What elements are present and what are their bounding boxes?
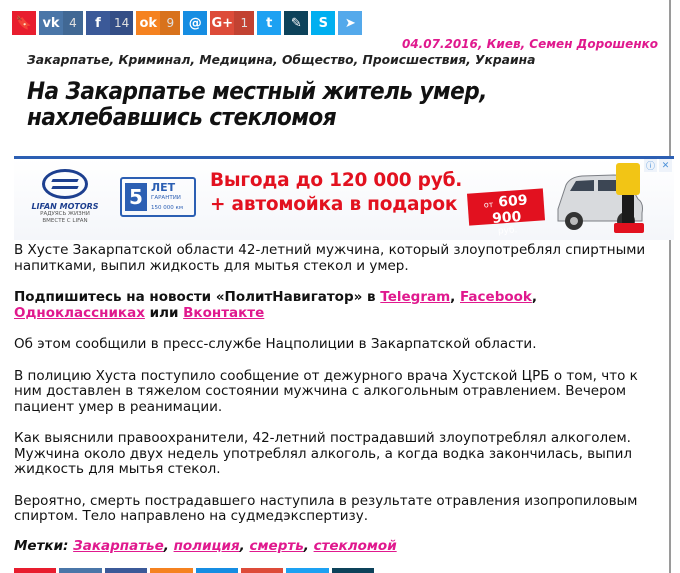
facebook-icon: f [86, 11, 110, 35]
warranty-years: 5 [125, 183, 147, 211]
telegram-share-button[interactable]: ➤ [338, 11, 363, 35]
share-strip-segment[interactable] [286, 568, 329, 573]
share-strip-segment[interactable] [331, 568, 374, 573]
subscribe-line: Подпишитесь на новости «ПолитНавигатор» … [14, 289, 666, 321]
bookmark-share-button[interactable]: 🔖 [12, 11, 36, 35]
date-author: 04.07.2016, Киев, Семен Дорошенко [401, 37, 658, 51]
share-count: 4 [63, 11, 83, 35]
vkontakte-link[interactable]: Вконтакте [183, 305, 264, 321]
moimir-share-button[interactable]: @ [183, 11, 208, 35]
share-count: 1 [234, 11, 255, 35]
twitter-share-button[interactable]: t [257, 11, 282, 35]
subscribe-prefix: Подпишитесь на новости «ПолитНавигатор» … [14, 289, 381, 305]
article-paragraph: Об этом сообщили в пресс-службе Нацполиц… [14, 336, 537, 352]
ad-banner[interactable]: LIFAN MOTORS РАДУЯСЬ ЖИЗНИ ВМЕСТЕ С LIFA… [14, 156, 674, 240]
categories[interactable]: Закарпатье, Криминал, Медицина, Общество… [27, 53, 535, 67]
article-paragraph: В Хусте Закарпатской области 42-летний м… [14, 242, 646, 274]
warranty-label: ГАРАНТИИ [151, 195, 181, 201]
share-strip-segment[interactable] [104, 568, 148, 573]
share-strip-segment[interactable] [195, 568, 238, 573]
googleplus-icon: G+ [210, 11, 235, 35]
tag-link[interactable]: Закарпатье [73, 538, 164, 554]
warranty-badge: 5 ЛЕТ ГАРАНТИИ 150 000 км [120, 177, 196, 217]
article-title: На Закарпатье местный житель умер, нахле… [27, 78, 567, 130]
price-value: 609 900 [491, 192, 529, 227]
odnoklassniki-link[interactable]: Одноклассниках [14, 305, 145, 321]
ad-headline-line: + автомойка в подарок [210, 194, 458, 215]
article-paragraph: Как выяснили правоохранители, 42-летний … [14, 430, 633, 477]
odnoklassniki-share-button[interactable]: ok 9 [136, 11, 181, 35]
vk-icon: vk [39, 11, 63, 35]
separator: , [531, 289, 538, 305]
tag-link[interactable]: полиция [174, 538, 240, 554]
odnoklassniki-icon: ok [136, 11, 161, 35]
separator: или [144, 304, 184, 321]
share-strip-segment[interactable] [240, 568, 284, 573]
livejournal-icon: ✎ [284, 11, 309, 35]
share-count: 14 [110, 11, 134, 35]
share-strip-segment[interactable] [14, 568, 57, 573]
ad-tools: ⓘ ✕ [644, 159, 672, 172]
share-count: 9 [160, 11, 181, 35]
facebook-share-button[interactable]: f 14 [86, 11, 134, 35]
article-body: В Хусте Закарпатской области 42-летний м… [14, 242, 666, 570]
article-paragraph: В полицию Хуста поступило сообщение от д… [14, 367, 638, 415]
vk-share-button[interactable]: vk 4 [39, 11, 83, 35]
tag-link[interactable]: стекломой [314, 538, 397, 554]
tag-link[interactable]: смерть [250, 538, 304, 554]
ad-brand-sub: РАДУЯСЬ ЖИЗНИ [40, 211, 90, 217]
article-paragraph: Вероятно, смерть пострадавшего наступила… [14, 492, 638, 524]
lifan-logo: LIFAN MOTORS РАДУЯСЬ ЖИЗНИ ВМЕСТЕ С LIFA… [22, 169, 108, 231]
separator: , [303, 537, 314, 554]
share-strip-segment[interactable] [59, 568, 102, 573]
share-strip-segment[interactable] [150, 568, 193, 573]
skype-icon: S [311, 11, 336, 35]
livejournal-share-button[interactable]: ✎ [284, 11, 309, 35]
ad-brand: LIFAN MOTORS [31, 202, 99, 211]
ad-close-icon[interactable]: ✕ [659, 159, 672, 172]
ad-brand-sub: ВМЕСТЕ С LIFAN [42, 218, 88, 224]
telegram-icon: ➤ [338, 11, 363, 35]
twitter-icon: t [257, 11, 282, 35]
telegram-link[interactable]: Telegram [380, 289, 450, 305]
separator: , [450, 289, 460, 305]
price-currency: руб. [497, 225, 518, 237]
title-line: нахлебавшись стекломоя [27, 103, 337, 131]
ad-headline-line: Выгода до 120 000 руб. [210, 170, 463, 191]
separator: , [163, 537, 174, 554]
ad-info-icon[interactable]: ⓘ [644, 159, 657, 172]
facebook-link[interactable]: Facebook [460, 289, 532, 305]
tags-label: Метки: [14, 537, 74, 554]
title-line: На Закарпатье местный житель умер, [27, 77, 487, 105]
googleplus-share-button[interactable]: G+ 1 [210, 11, 255, 35]
price-from: от [483, 199, 494, 210]
bookmark-icon: 🔖 [12, 11, 36, 35]
bottom-share-strip [14, 568, 374, 573]
skype-share-button[interactable]: S [311, 11, 336, 35]
tags-line: Метки: Закарпатье, полиция, смерть, стек… [14, 537, 666, 555]
warranty-mileage: 150 000 км [151, 205, 183, 211]
separator: , [239, 537, 250, 554]
moimir-icon: @ [183, 11, 208, 35]
ad-price-tag: от 609 900 руб. [466, 188, 546, 237]
share-bar: 🔖 vk 4 f 14 ok 9 @ G+ 1 t ✎ S ➤ [12, 11, 363, 35]
ad-headline: Выгода до 120 000 руб. + автомойка в под… [210, 169, 462, 217]
lifan-logo-icon [42, 169, 88, 199]
